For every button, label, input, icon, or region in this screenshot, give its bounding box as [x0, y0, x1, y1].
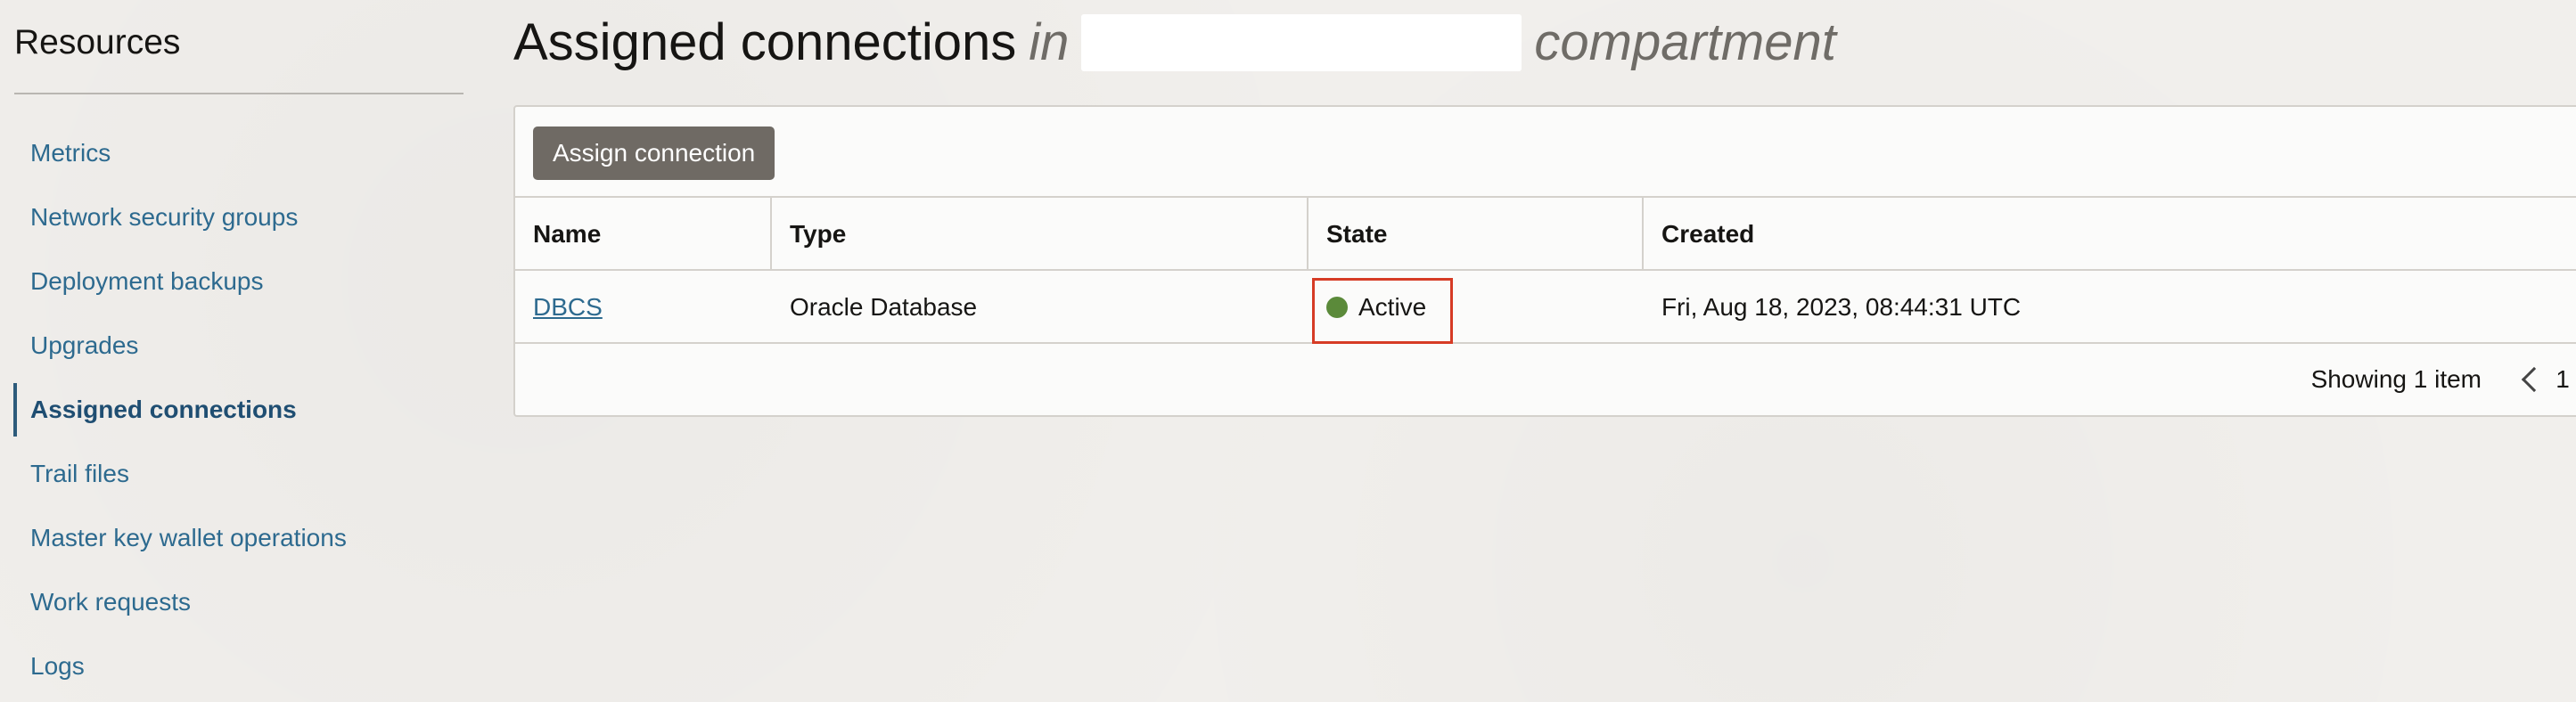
chevron-left-icon[interactable]	[2522, 366, 2547, 393]
sidebar-item-network-security-groups[interactable]: Network security groups	[0, 185, 472, 249]
main-content: Assigned connections in compartment Assi…	[513, 0, 2576, 702]
sidebar-title: Resources	[14, 23, 181, 61]
sidebar-item-logs[interactable]: Logs	[0, 634, 472, 698]
sidebar-item-upgrades[interactable]: Upgrades	[0, 314, 472, 378]
sidebar-item-master-key-wallet-operations[interactable]: Master key wallet operations	[0, 506, 472, 570]
page-title: Assigned connections in compartment	[513, 12, 1836, 72]
sidebar-divider	[14, 93, 464, 94]
state-highlight-box	[1312, 278, 1453, 344]
sidebar-item-deployment-backups[interactable]: Deployment backups	[0, 249, 472, 314]
column-header-name[interactable]: Name	[515, 198, 772, 269]
row-created-cell: Fri, Aug 18, 2023, 08:44:31 UTC	[1661, 293, 2022, 321]
column-header-created[interactable]: Created	[1644, 198, 2576, 269]
resources-sidebar: Resources Metrics Network security group…	[0, 0, 472, 702]
sidebar-nav: Metrics Network security groups Deployme…	[0, 121, 472, 698]
sidebar-item-work-requests[interactable]: Work requests	[0, 570, 472, 634]
page-indicator: 1 of	[2555, 365, 2576, 393]
page-title-main: Assigned connections	[513, 13, 1017, 71]
connections-panel: Assign connection Name Type State Create…	[513, 105, 2576, 417]
row-state-cell: Active	[1309, 271, 1644, 344]
page-title-suffix: compartment	[1534, 13, 1836, 71]
assign-connection-button[interactable]: Assign connection	[533, 127, 775, 180]
sidebar-item-trail-files[interactable]: Trail files	[0, 442, 472, 506]
connections-table: Name Type State Created DBCS Oracle Data…	[515, 198, 2576, 344]
column-header-type[interactable]: Type	[772, 198, 1309, 269]
table-row: DBCS Oracle Database Active Fri, Aug 18,…	[515, 271, 2576, 344]
sidebar-item-metrics[interactable]: Metrics	[0, 121, 472, 185]
redacted-compartment-name	[1081, 13, 1522, 71]
table-footer: Showing 1 item 1 of	[515, 344, 2576, 415]
pagination: 1 of	[2522, 365, 2576, 394]
row-type-cell: Oracle Database	[790, 293, 978, 321]
connection-name-link[interactable]: DBCS	[533, 293, 603, 321]
page-title-in: in	[1029, 13, 1070, 71]
row-name-cell: DBCS	[515, 271, 772, 342]
sidebar-item-assigned-connections[interactable]: Assigned connections	[0, 378, 472, 442]
showing-count: Showing 1 item	[2310, 365, 2482, 393]
table-toolbar: Assign connection	[515, 107, 2576, 198]
table-header: Name Type State Created	[515, 198, 2576, 271]
column-header-state[interactable]: State	[1309, 198, 1644, 269]
